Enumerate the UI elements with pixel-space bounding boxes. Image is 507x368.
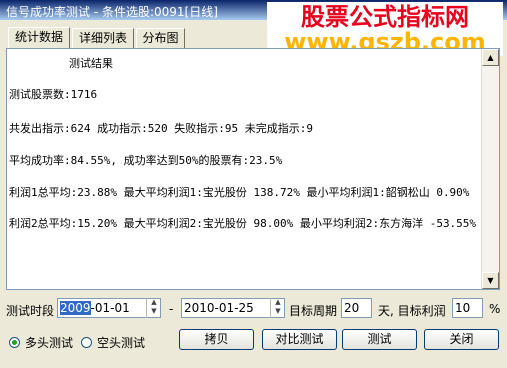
date-separator: - — [169, 302, 174, 316]
results-line: 利润2总平均:15.20% 最大平均利润2:宝光股份 98.00% 最小平均利润… — [9, 217, 477, 230]
test-button[interactable]: 测试 — [342, 329, 417, 350]
results-panel: 测试结果 测试股票数:1716 共发出指示:624 成功指示:520 失败指示:… — [6, 48, 500, 290]
results-line: 测试股票数:1716 — [9, 88, 98, 101]
results-heading: 测试结果 — [69, 57, 113, 70]
target-profit-input[interactable]: 10 — [452, 298, 483, 318]
copy-button[interactable]: 拷贝 — [179, 329, 254, 350]
window-title: 信号成功率测试 - 条件选股:0091[日线] — [6, 5, 218, 19]
target-period-input[interactable]: 20 — [341, 298, 372, 318]
long-test-radio[interactable] — [9, 337, 20, 348]
period-label: 测试时段 — [6, 304, 55, 318]
tab-detail-list[interactable]: 详细列表 — [72, 28, 134, 48]
start-date-spinner[interactable]: ▲ ▼ — [146, 298, 161, 318]
scroll-up-icon[interactable]: ▲ — [482, 49, 499, 66]
tab-distribution[interactable]: 分布图 — [136, 28, 185, 48]
start-date-year: 2009 — [60, 301, 91, 315]
start-date-rest: -01-01 — [90, 301, 130, 315]
compare-test-button[interactable]: 对比测试 — [262, 329, 337, 350]
results-line: 利润1总平均:23.88% 最大平均利润1:宝光股份 138.72% 最小平均利… — [9, 186, 470, 199]
results-line: 平均成功率:84.55%, 成功率达到50%的股票有:23.5% — [9, 154, 283, 167]
spin-up-icon[interactable]: ▲ — [271, 298, 285, 307]
spin-down-icon[interactable]: ▼ — [271, 307, 285, 316]
radio-selected-dot — [12, 340, 17, 345]
long-test-label[interactable]: 多头测试 — [25, 334, 73, 351]
short-test-radio[interactable] — [81, 337, 92, 348]
target-profit-label: 天, 目标利润 — [378, 304, 446, 318]
tab-statistics[interactable]: 统计数据 — [8, 27, 70, 48]
spin-up-icon[interactable]: ▲ — [147, 298, 161, 307]
close-button[interactable]: 关闭 — [424, 329, 499, 350]
target-period-label: 目标周期 — [289, 304, 338, 318]
spin-down-icon[interactable]: ▼ — [147, 307, 161, 316]
short-test-label[interactable]: 空头测试 — [97, 334, 145, 351]
watermark-line1: 股票公式指标网 — [301, 3, 469, 31]
scroll-down-icon[interactable]: ▼ — [482, 272, 499, 289]
end-date-spinner[interactable]: ▲ ▼ — [270, 298, 285, 318]
vertical-scrollbar[interactable]: ▲ ▼ — [481, 49, 499, 289]
results-line: 共发出指示:624 成功指示:520 失败指示:95 未完成指示:9 — [9, 122, 313, 135]
percent-label: % — [489, 302, 501, 316]
